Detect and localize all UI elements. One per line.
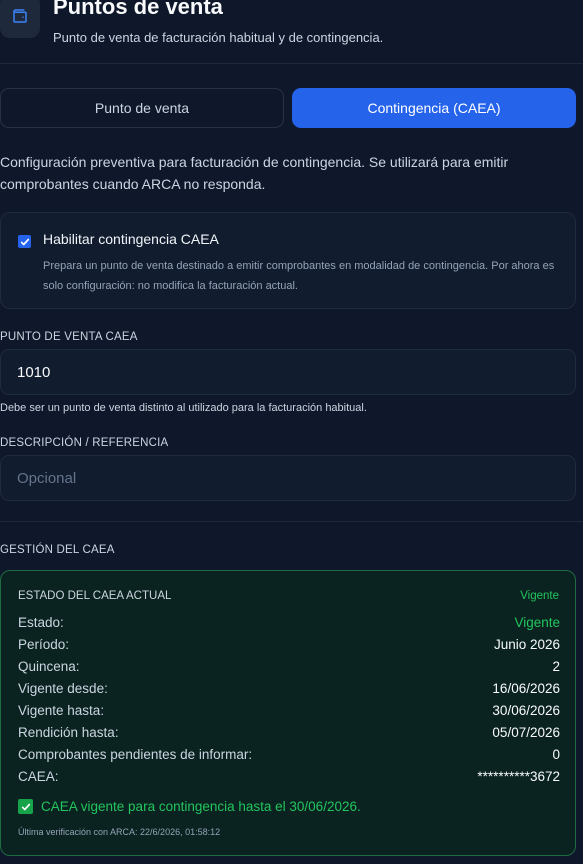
detail-value: 05/07/2026: [492, 725, 560, 740]
detail-row-caea: CAEA: **********3672: [18, 766, 560, 788]
detail-row-periodo: Período: Junio 2026: [18, 634, 560, 656]
check-icon: [18, 799, 33, 814]
last-verification: Última verificación con ARCA: 22/6/2026,…: [18, 827, 221, 837]
page-subtitle: Punto de venta de facturación habitual y…: [53, 30, 384, 45]
detail-key: Comprobantes pendientes de informar:: [18, 747, 253, 762]
detail-value: **********3672: [477, 769, 560, 784]
detail-value: 2: [552, 659, 560, 674]
detail-row-estado: Estado: Vigente: [18, 612, 560, 634]
gestion-caea-label: GESTIÓN DEL CAEA: [0, 544, 115, 556]
detail-value: Junio 2026: [493, 637, 560, 652]
caea-ok-text: CAEA vigente para contingencia hasta el …: [41, 799, 361, 814]
wallet-icon: [0, 0, 40, 38]
page-title: Puntos de venta: [53, 0, 223, 19]
caea-details: Estado: Vigente Período: Junio 2026 Quince…: [18, 612, 560, 788]
descripcion-input[interactable]: Opcional: [0, 455, 576, 501]
tab-contingencia-caea[interactable]: Contingencia (CAEA): [292, 88, 576, 128]
caea-ok-message: CAEA vigente para contingencia hasta el …: [18, 799, 361, 814]
detail-row-pendientes: Comprobantes pendientes de informar: 0: [18, 744, 560, 766]
detail-key: Vigente desde:: [18, 681, 108, 696]
detail-row-rendicion-hasta: Rendición hasta: 05/07/2026: [18, 722, 560, 744]
caea-status-card: ESTADO DEL CAEA ACTUAL Vigente Estado: Vi…: [0, 570, 576, 856]
enable-contingency-card: Habilitar contingencia CAEA Prepara un p…: [0, 212, 576, 309]
detail-row-vigente-desde: Vigente desde: 16/06/2026: [18, 678, 560, 700]
page-header: Puntos de venta Punto de venta de factur…: [0, 0, 583, 64]
descripcion-label: DESCRIPCIÓN / REFERENCIA: [0, 437, 169, 449]
pv-caea-help: Debe ser un punto de venta distinto al u…: [0, 402, 367, 414]
pv-caea-label: PUNTO DE VENTA CAEA: [0, 331, 138, 343]
detail-key: CAEA:: [18, 769, 59, 784]
pv-caea-value: 1010: [17, 363, 51, 381]
detail-value: 16/06/2026: [492, 681, 560, 696]
status-badge: Vigente: [520, 590, 559, 602]
detail-key: Quincena:: [18, 659, 80, 674]
detail-row-quincena: Quincena: 2: [18, 656, 560, 678]
section-divider: [0, 521, 583, 522]
descripcion-placeholder: Opcional: [17, 469, 77, 487]
tab-punto-de-venta[interactable]: Punto de venta: [0, 88, 284, 128]
caea-card-title: ESTADO DEL CAEA ACTUAL: [18, 590, 172, 602]
enable-caea-checkbox[interactable]: [18, 235, 31, 248]
detail-key: Estado:: [18, 615, 64, 630]
detail-key: Vigente hasta:: [18, 703, 105, 718]
detail-value: 0: [552, 747, 560, 762]
detail-value: 30/06/2026: [492, 703, 560, 718]
detail-row-vigente-hasta: Vigente hasta: 30/06/2026: [18, 700, 560, 722]
detail-key: Rendición hasta:: [18, 725, 119, 740]
pv-caea-input[interactable]: 1010: [0, 349, 576, 395]
detail-key: Período:: [18, 637, 70, 652]
detail-value: Vigente: [514, 615, 560, 630]
enable-caea-help: Prepara un punto de venta destinado a em…: [43, 260, 555, 292]
enable-caea-label[interactable]: Habilitar contingencia CAEA: [43, 231, 219, 247]
intro-text: Configuración preventiva para facturació…: [0, 154, 509, 192]
